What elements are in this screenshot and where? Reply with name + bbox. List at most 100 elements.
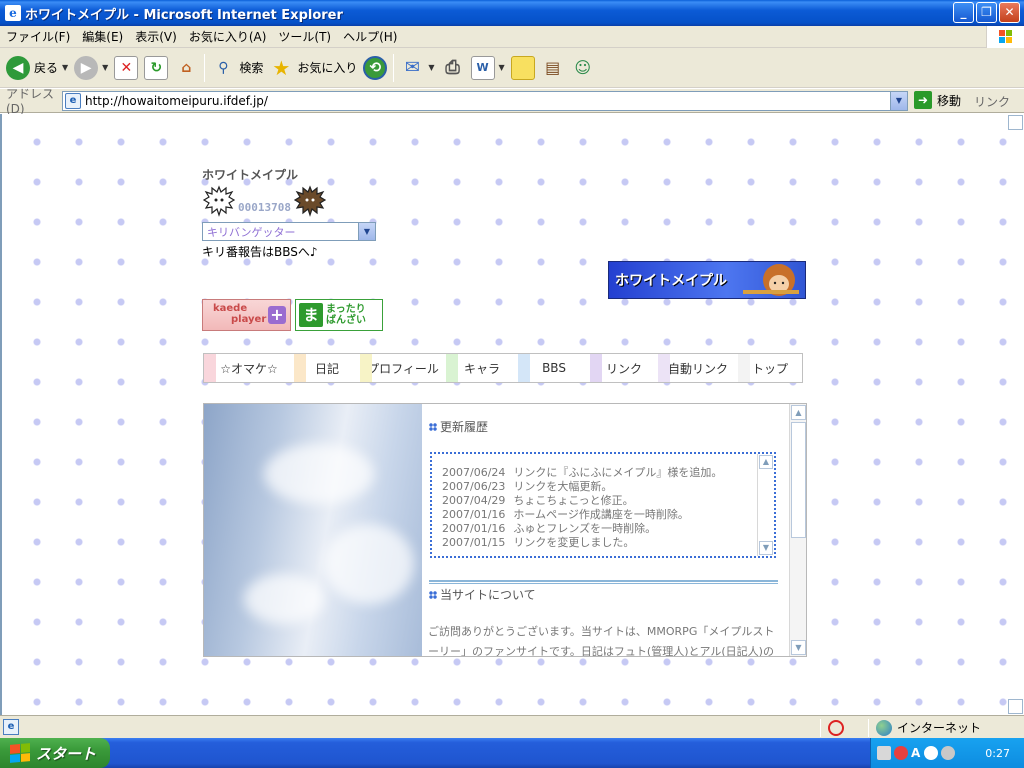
- clock[interactable]: 0:27: [985, 747, 1010, 760]
- kaede-player-banner[interactable]: kaede player +: [202, 299, 291, 331]
- section-divider: [429, 580, 778, 584]
- site-nav: ☆オマケ☆ 日記 プロフィール キャラ BBS リンク 自動リンク トップ: [203, 353, 803, 383]
- security-zone[interactable]: インターネット: [876, 719, 981, 736]
- maximize-button[interactable]: ❐: [976, 2, 997, 23]
- address-url[interactable]: http://howaitomeipuru.ifdef.jp/: [85, 94, 268, 108]
- forward-dropdown-icon[interactable]: ▼: [102, 63, 108, 72]
- windows-flag-icon: [10, 743, 30, 763]
- favorites-button[interactable]: ★ お気に入り: [269, 52, 357, 84]
- scroll-up-icon[interactable]: [1008, 115, 1023, 130]
- site-banner[interactable]: ホワイトメイプル: [608, 261, 806, 299]
- history-text: リンクに『ふにふにメイプル』様を追加。: [513, 466, 723, 479]
- back-button[interactable]: ◀ 戻る ▼: [6, 52, 68, 84]
- links-toolbar[interactable]: リンク: [974, 93, 1010, 110]
- menu-bar: ファイル(F) 編集(E) 表示(V) お気に入り(A) ツール(T) ヘルプ(…: [0, 26, 1024, 48]
- history-item: 2007/01/15 リンクを変更しました。: [442, 536, 774, 550]
- mail-button[interactable]: ✉ ▼: [400, 52, 435, 84]
- chevron-down-icon[interactable]: ▼: [358, 223, 375, 240]
- ime-icon[interactable]: [894, 746, 908, 760]
- menu-favorites[interactable]: お気に入り(A): [183, 28, 273, 45]
- nav-profile[interactable]: プロフィール: [360, 354, 446, 382]
- mattari-line1: まったり: [326, 304, 366, 315]
- sky-image: [204, 404, 422, 656]
- edit-button[interactable]: W ▼: [470, 52, 505, 84]
- network-icon[interactable]: [924, 746, 939, 760]
- bullet-dots-icon: [429, 590, 437, 599]
- forward-button[interactable]: ▶ ▼: [74, 52, 108, 84]
- home-button[interactable]: ⌂: [174, 52, 198, 84]
- windows-logo-icon: [986, 26, 1024, 48]
- frame-scrollbar[interactable]: ▲ ▼: [789, 404, 806, 656]
- history-button[interactable]: ⟲: [363, 52, 388, 84]
- scroll-thumb[interactable]: [791, 422, 806, 538]
- nav-auto-links[interactable]: 自動リンク: [658, 354, 738, 382]
- messenger-icon: ☺: [574, 58, 592, 77]
- ime-mode[interactable]: A: [911, 746, 920, 760]
- back-dropdown-icon[interactable]: ▼: [62, 63, 68, 72]
- nav-character[interactable]: キャラ: [446, 354, 518, 382]
- page-scrollbar[interactable]: [1007, 114, 1024, 715]
- menu-help[interactable]: ヘルプ(H): [337, 28, 403, 45]
- refresh-button[interactable]: ↻: [144, 52, 169, 84]
- messenger-button[interactable]: ☺: [571, 52, 595, 84]
- title-bar[interactable]: e ホワイトメイプル - Microsoft Internet Explorer…: [0, 0, 1024, 26]
- go-arrow-icon: ➜: [914, 91, 932, 109]
- keyboard-icon[interactable]: [877, 746, 891, 760]
- history-date: 2007/01/15: [442, 536, 506, 549]
- scroll-down-icon[interactable]: [1008, 699, 1023, 714]
- plus-icon: +: [268, 306, 286, 324]
- history-box[interactable]: 2007/06/24 リンクに『ふにふにメイプル』様を追加。 2007/06/23 リ…: [430, 452, 776, 558]
- go-label: 移動: [937, 93, 962, 108]
- start-label: スタート: [36, 744, 97, 763]
- start-button[interactable]: スタート: [0, 738, 110, 768]
- nav-top[interactable]: トップ: [738, 354, 802, 382]
- close-button[interactable]: ✕: [999, 2, 1020, 23]
- about-heading-text: 当サイトについて: [440, 588, 536, 602]
- kiriban-select-value: キリバンゲッター: [207, 225, 296, 239]
- scroll-down-icon[interactable]: ▼: [759, 541, 773, 555]
- history-heading: 更新履歴: [429, 418, 488, 435]
- page-status-icon: e: [3, 719, 19, 735]
- history-heading-text: 更新履歴: [440, 420, 489, 434]
- scroll-down-icon[interactable]: ▼: [791, 640, 806, 655]
- menu-edit[interactable]: 編集(E): [76, 28, 129, 45]
- history-text: ホームページ作成講座を一時削除。: [513, 508, 689, 521]
- mail-icon: ✉: [404, 57, 420, 78]
- menu-file[interactable]: ファイル(F): [0, 28, 76, 45]
- address-dropdown-icon[interactable]: ▼: [890, 92, 907, 110]
- research-button[interactable]: ▤: [541, 52, 565, 84]
- mattari-banzai-banner[interactable]: ま まったり ばんざい: [295, 299, 383, 331]
- stop-button[interactable]: ✕: [114, 52, 139, 84]
- minimize-button[interactable]: _: [953, 2, 974, 23]
- volume-icon[interactable]: [941, 746, 956, 760]
- menu-tools[interactable]: ツール(T): [272, 28, 337, 45]
- nav-omake[interactable]: ☆オマケ☆: [204, 354, 294, 382]
- history-item: 2007/06/24 リンクに『ふにふにメイプル』様を追加。: [442, 466, 774, 480]
- nav-links[interactable]: リンク: [590, 354, 658, 382]
- history-item: 2007/06/23 リンクを大幅更新。: [442, 480, 774, 494]
- word-icon: W: [470, 55, 495, 80]
- menu-view[interactable]: 表示(V): [129, 28, 183, 45]
- mail-dropdown-icon[interactable]: ▼: [428, 63, 434, 72]
- globe-icon: [876, 719, 892, 736]
- nav-bbs[interactable]: BBS: [518, 354, 590, 382]
- mattari-logo-icon: ま: [299, 303, 323, 327]
- address-label: アドレス(D): [6, 87, 55, 116]
- history-text: リンクを変更しました。: [513, 536, 635, 549]
- search-button[interactable]: ⚲ 検索: [211, 52, 263, 84]
- go-button[interactable]: ➜ 移動: [914, 91, 961, 109]
- history-scrollbar[interactable]: ▲ ▼: [757, 454, 774, 556]
- discuss-button[interactable]: [510, 52, 535, 84]
- history-text: ちょこちょこっと修正。: [513, 494, 634, 507]
- edit-dropdown-icon[interactable]: ▼: [499, 63, 505, 72]
- forward-arrow-icon: ▶: [74, 55, 99, 80]
- scroll-up-icon[interactable]: ▲: [759, 455, 773, 469]
- history-date: 2007/04/29: [442, 494, 506, 507]
- address-bar: アドレス(D) e http://howaitomeipuru.ifdef.jp…: [0, 87, 1024, 116]
- print-button[interactable]: ⎙: [441, 52, 465, 84]
- nav-diary[interactable]: 日記: [294, 354, 360, 382]
- popup-blocked-icon[interactable]: [828, 720, 844, 736]
- scroll-up-icon[interactable]: ▲: [791, 405, 806, 420]
- kiriban-select[interactable]: キリバンゲッター ▼: [202, 222, 376, 241]
- address-input[interactable]: e http://howaitomeipuru.ifdef.jp/ ▼: [62, 91, 908, 111]
